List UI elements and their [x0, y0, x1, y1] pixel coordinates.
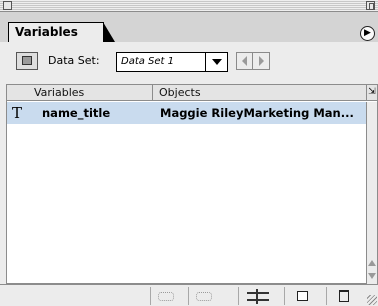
scroll-down-icon[interactable]: [368, 273, 376, 279]
column-options-icon[interactable]: ⇲: [367, 85, 377, 101]
new-variable-icon: [297, 291, 308, 301]
column-header-variables[interactable]: Variables: [7, 85, 153, 101]
make-object-dynamic-icon: [196, 292, 212, 301]
delete-variable-button[interactable]: [326, 287, 362, 305]
scroll-up-icon[interactable]: [368, 260, 376, 266]
variable-object: Maggie RileyMarketing Man...: [160, 106, 354, 120]
tab-variables[interactable]: Variables: [8, 22, 115, 42]
dataset-nav: [236, 52, 270, 70]
variable-name: name_title: [42, 106, 111, 120]
column-header-objects[interactable]: Objects: [153, 85, 367, 101]
variables-panel: Data Set: Data Set 1 Variables Objects ⇲…: [0, 42, 378, 306]
tab-variables-label: Variables: [15, 25, 78, 39]
table-row[interactable]: T name_title Maggie RileyMarketing Man..…: [7, 102, 367, 124]
next-dataset-icon[interactable]: [253, 53, 269, 69]
table-header: Variables Objects ⇲: [7, 85, 377, 101]
make-object-dynamic-button[interactable]: [188, 287, 222, 305]
vertical-scrollbar[interactable]: [366, 102, 377, 284]
panel-menu-button[interactable]: ▶: [360, 26, 375, 41]
dataset-label: Data Set:: [48, 54, 100, 67]
capture-dataset-button[interactable]: [16, 52, 38, 70]
make-visibility-dynamic-button[interactable]: [150, 287, 184, 305]
capture-dataset-icon: [22, 56, 32, 65]
delete-variable-icon: [339, 290, 349, 302]
dataset-toolbar: Data Set: Data Set 1: [0, 42, 378, 85]
tab-row: Variables ▶: [0, 12, 378, 54]
new-variable-button[interactable]: [284, 287, 320, 305]
play-circle-icon: ▶: [364, 28, 371, 38]
chevron-down-icon[interactable]: [205, 53, 227, 71]
make-visibility-dynamic-icon: [158, 292, 174, 301]
variables-table: Variables Objects ⇲ T name_title Maggie …: [6, 84, 378, 284]
text-variable-icon: T: [12, 104, 23, 122]
bottom-toolbar: [0, 284, 378, 306]
dataset-select[interactable]: Data Set 1: [116, 52, 228, 72]
close-box-icon[interactable]: [3, 1, 12, 10]
dataset-select-value: Data Set 1: [121, 56, 175, 67]
resize-grip-icon[interactable]: [367, 295, 377, 305]
unbind-variable-icon: [247, 289, 269, 304]
previous-dataset-icon[interactable]: [237, 53, 253, 69]
unbind-variable-button[interactable]: [238, 287, 276, 305]
collapse-box-icon[interactable]: [366, 1, 375, 10]
palette-title-bar[interactable]: [0, 0, 378, 12]
